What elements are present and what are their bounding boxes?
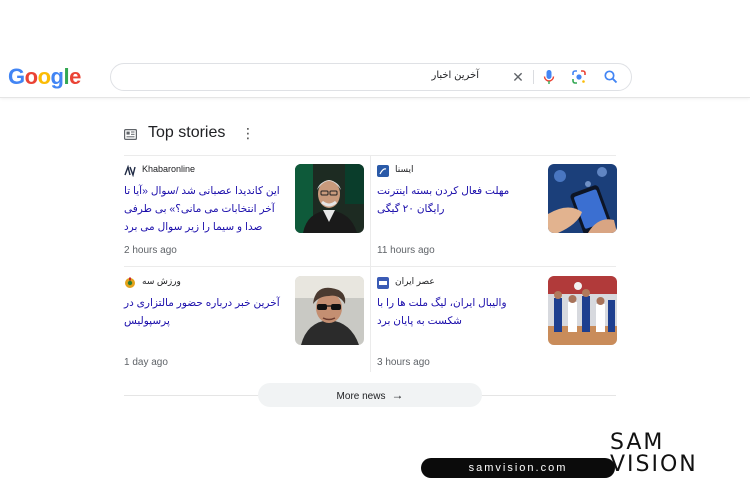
thumbnail-image[interactable] [295,276,364,345]
source-logo [124,276,136,288]
headline-link[interactable]: آخرین خبر درباره حضور مالتزاری در پرسپول… [124,294,282,330]
divider [370,156,371,372]
lens-icon[interactable] [569,67,589,87]
more-news-label: More news [336,391,386,402]
thumbnail-image[interactable] [548,276,617,345]
brand-url[interactable]: samvision.com [421,458,615,478]
news-card[interactable]: ایسنا مهلت فعال کردن بسته اینترنت رایگان… [377,156,617,264]
source-name: ایسنا [395,164,414,174]
header: Google آخرین اخبار ✕ [0,0,750,98]
headline-link[interactable]: این کاندیدا عصبانی شد /سوال «آیا تا آخر … [124,182,282,236]
search-input[interactable]: آخرین اخبار [431,70,479,81]
news-card[interactable]: عصر ایران والیبال ایران، لیگ ملت ها را ب… [377,268,617,376]
section-title: Top stories [148,124,226,141]
logo-letter: o [37,64,51,89]
source-logo [377,276,389,289]
timestamp: 11 hours ago [377,245,435,256]
arrow-right-icon: → [391,388,404,402]
more-news-button[interactable]: More news → [258,383,482,407]
timestamp: 2 hours ago [124,245,177,256]
logo-letter: G [8,64,25,89]
brand-logo: SAM VISION [610,430,698,477]
source-name: عصر ایران [395,276,435,286]
thumbnail-image[interactable] [548,164,617,233]
logo-letter: e [69,64,81,89]
source-name: Khabaronline [142,164,196,174]
close-icon[interactable]: ✕ [508,67,528,87]
source-logo [377,164,389,177]
logo-letter: g [50,64,64,89]
headline-link[interactable]: مهلت فعال کردن بسته اینترنت رایگان ۲۰ گی… [377,182,535,218]
news-card[interactable]: Khabaronline این کاندیدا عصبانی شد /سوال… [124,156,364,264]
google-logo[interactable]: Google [8,64,81,90]
search-divider [533,70,534,84]
timestamp: 3 hours ago [377,357,430,368]
newspaper-icon [124,127,138,141]
mic-icon[interactable] [539,67,559,87]
more-vert-icon[interactable]: ⋮ [241,125,255,142]
search-bar[interactable]: آخرین اخبار ✕ [110,63,632,91]
thumbnail-image[interactable] [295,164,364,233]
search-icon[interactable] [601,67,621,87]
headline-link[interactable]: والیبال ایران، لیگ ملت ها را با شکست به … [377,294,535,330]
source-name: ورزش سه [142,276,181,286]
source-logo [124,164,136,178]
news-card[interactable]: ورزش سه آخرین خبر درباره حضور مالتزاری د… [124,268,364,376]
timestamp: 1 day ago [124,357,168,368]
logo-letter: o [24,64,38,89]
